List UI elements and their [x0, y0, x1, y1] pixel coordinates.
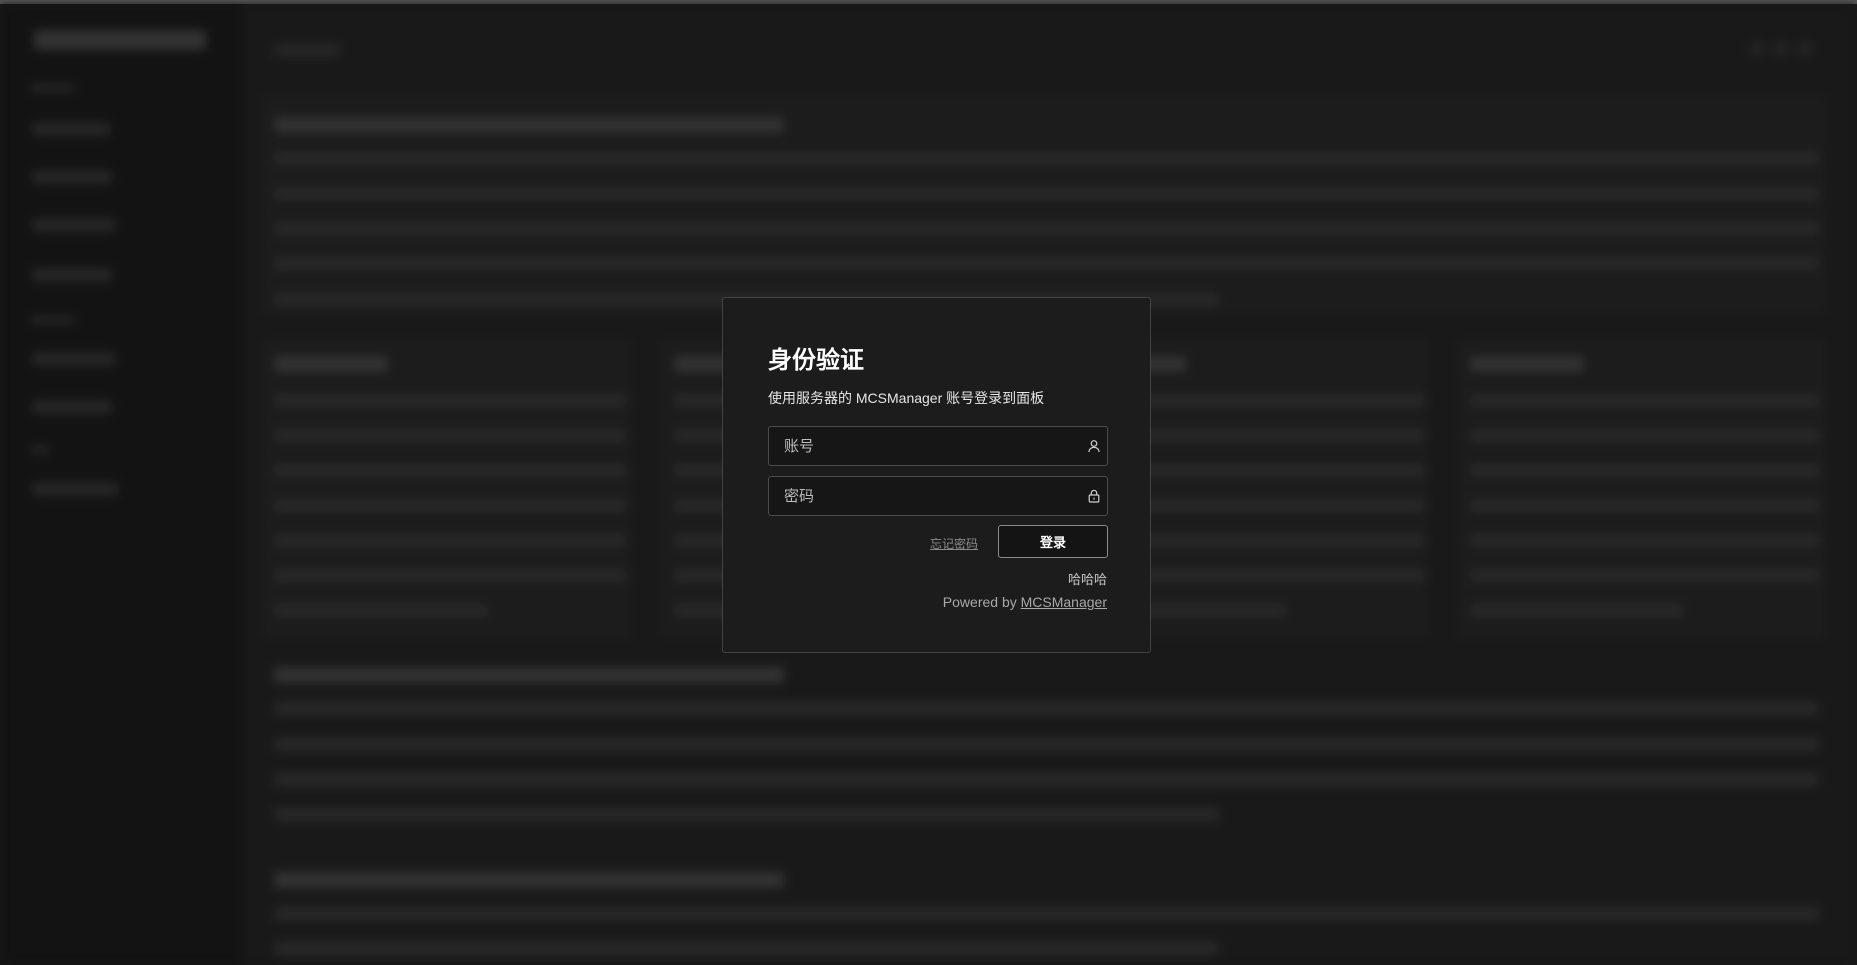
note-text: 哈哈哈 [1067, 572, 1107, 587]
powered-by-prefix: Powered by [942, 594, 1021, 610]
password-field[interactable] [768, 476, 1108, 516]
password-input[interactable] [769, 477, 1084, 515]
login-dialog: 身份验证 使用服务器的 MCSManager 账号登录到面板 忘记密码 登录 哈… [722, 297, 1151, 653]
dialog-subtitle: 使用服务器的 MCSManager 账号登录到面板 [768, 390, 1045, 406]
lock-icon [1088, 489, 1100, 503]
username-field[interactable] [768, 426, 1108, 466]
mcsmanager-link[interactable]: MCSManager [1021, 594, 1107, 610]
login-button[interactable]: 登录 [998, 525, 1108, 558]
forgot-password-link[interactable]: 忘记密码 [930, 535, 978, 552]
username-input[interactable] [769, 427, 1084, 465]
powered-by: Powered by MCSManager [943, 594, 1107, 610]
user-icon [1088, 440, 1100, 453]
dialog-title: 身份验证 [768, 347, 864, 374]
